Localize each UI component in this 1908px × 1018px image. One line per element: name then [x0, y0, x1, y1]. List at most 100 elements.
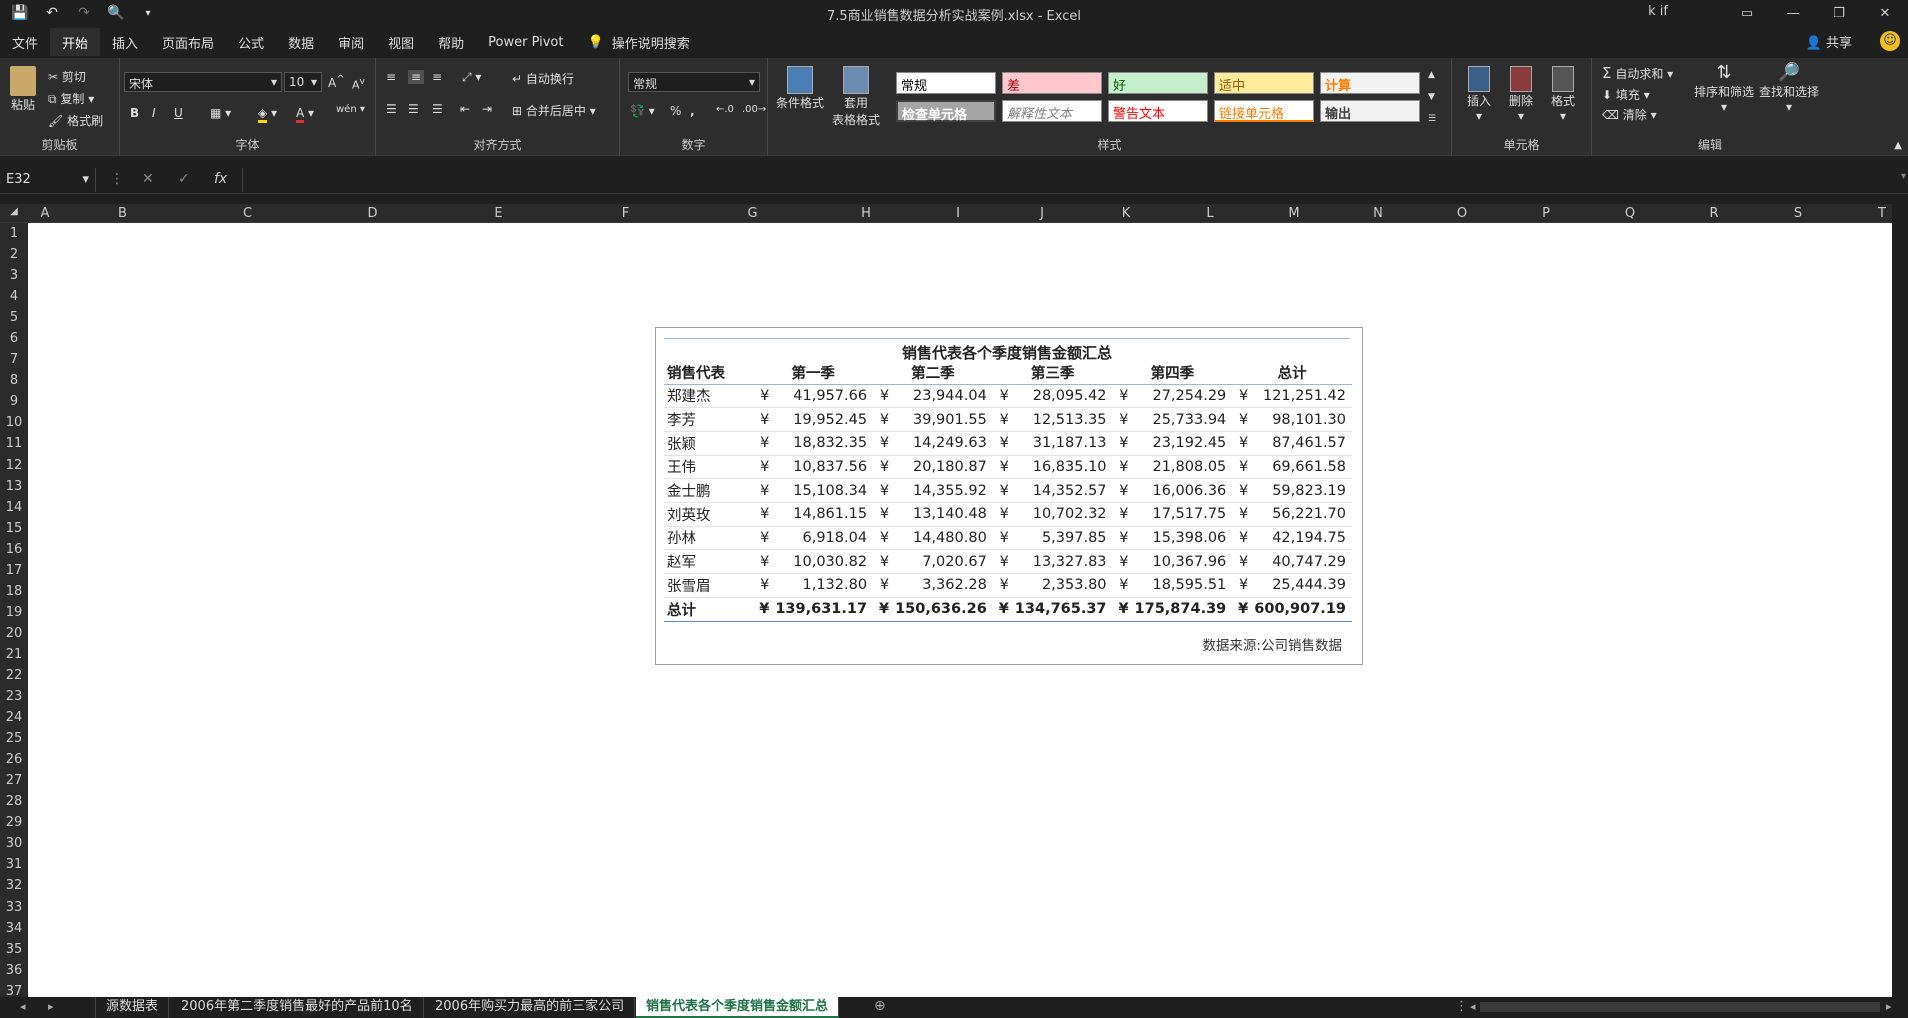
format-cells-button[interactable]: 格式 ▾ — [1544, 66, 1582, 123]
row-header[interactable]: 26 — [0, 749, 28, 770]
decrease-decimal-icon[interactable]: .00→ — [742, 104, 766, 115]
tab-power-pivot[interactable]: Power Pivot — [476, 28, 575, 56]
tab-insert[interactable]: 插入 — [100, 28, 150, 56]
minimize-icon[interactable]: — — [1770, 0, 1816, 26]
conditional-format-button[interactable]: 条件格式 — [774, 66, 826, 111]
percent-button[interactable]: % — [670, 104, 681, 118]
cell-style-option[interactable]: 警告文本 — [1108, 100, 1208, 122]
gallery-more-icon[interactable]: ☰ — [1428, 114, 1436, 124]
restore-icon[interactable]: ❐ — [1816, 0, 1862, 26]
column-header[interactable]: J — [1000, 206, 1084, 221]
gallery-down-icon[interactable]: ▼ — [1428, 92, 1435, 102]
copy-button[interactable]: ⧉ 复制 ▾ — [48, 90, 94, 107]
feedback-smile-icon[interactable]: ☺ — [1880, 31, 1900, 51]
align-middle-icon[interactable]: ≡ — [408, 70, 425, 84]
cell-style-option[interactable]: 解释性文本 — [1002, 100, 1102, 122]
column-header[interactable]: I — [916, 206, 1000, 221]
row-header[interactable]: 21 — [0, 644, 28, 665]
gallery-up-icon[interactable]: ▲ — [1428, 70, 1435, 80]
increase-decimal-icon[interactable]: ←.0 — [716, 104, 734, 115]
close-icon[interactable]: ✕ — [1862, 0, 1908, 26]
column-header[interactable]: N — [1336, 206, 1420, 221]
decrease-indent-icon[interactable]: ⇤ — [460, 102, 470, 116]
column-header[interactable]: E — [435, 206, 562, 221]
column-header[interactable]: M — [1252, 206, 1336, 221]
align-top-icon[interactable]: ≡ — [386, 70, 396, 84]
increase-indent-icon[interactable]: ⇥ — [482, 102, 492, 116]
row-header[interactable]: 34 — [0, 918, 28, 939]
row-header[interactable]: 3 — [0, 265, 28, 286]
row-header[interactable]: 32 — [0, 875, 28, 896]
column-header[interactable]: K — [1084, 206, 1168, 221]
row-header[interactable]: 25 — [0, 728, 28, 749]
row-header[interactable]: 30 — [0, 833, 28, 854]
tab-file[interactable]: 文件 — [0, 28, 50, 56]
merge-center-button[interactable]: ⊞ 合并后居中 ▾ — [512, 102, 596, 119]
column-header[interactable]: H — [816, 206, 916, 221]
row-header[interactable]: 10 — [0, 412, 28, 433]
find-select-button[interactable]: 🔎 查找和选择 ▾ — [1756, 62, 1822, 114]
cell-style-option[interactable]: 输出 — [1320, 100, 1420, 122]
sheet-tab-top3[interactable]: 2006年购买力最高的前三家公司 — [425, 997, 636, 1018]
cell-style-option[interactable]: 差 — [1002, 72, 1102, 94]
cell-style-option[interactable]: 常规 — [896, 72, 996, 94]
column-header[interactable]: R — [1672, 206, 1756, 221]
formula-input[interactable] — [242, 168, 1892, 192]
row-header[interactable]: 20 — [0, 623, 28, 644]
wrap-text-button[interactable]: ↵ 自动换行 — [512, 70, 574, 87]
phonetic-icon[interactable]: wén ▾ — [336, 104, 365, 115]
fill-color-icon[interactable]: ◈ ▾ — [258, 106, 277, 123]
row-header[interactable]: 23 — [0, 686, 28, 707]
select-all-icon[interactable]: ◢ — [4, 206, 24, 217]
format-as-table-button[interactable]: 套用 表格格式 — [828, 66, 884, 128]
row-header[interactable]: 13 — [0, 476, 28, 497]
vertical-scrollbar[interactable] — [1892, 204, 1908, 997]
column-header[interactable]: C — [185, 206, 310, 221]
column-header[interactable]: A — [30, 206, 60, 221]
row-header[interactable]: 11 — [0, 433, 28, 454]
name-box[interactable]: E32 ▾ — [0, 168, 96, 192]
enter-check-icon[interactable]: ✓ — [178, 171, 190, 187]
insert-cells-button[interactable]: 插入 ▾ — [1460, 66, 1498, 123]
horizontal-scrollbar[interactable] — [1480, 1002, 1880, 1012]
row-header[interactable]: 29 — [0, 812, 28, 833]
row-header[interactable]: 18 — [0, 581, 28, 602]
sheet-tab-top10[interactable]: 2006年第二季度销售最好的产品前10名 — [171, 997, 424, 1018]
column-header[interactable]: S — [1756, 206, 1840, 221]
autosum-button[interactable]: Σ 自动求和 ▾ — [1602, 64, 1673, 82]
increase-font-icon[interactable]: A^ — [328, 74, 345, 90]
user-name[interactable]: k if — [1648, 4, 1668, 19]
tab-page-layout[interactable]: 页面布局 — [150, 28, 226, 56]
row-header[interactable]: 28 — [0, 791, 28, 812]
share-button[interactable]: 👤 共享 — [1806, 32, 1852, 51]
add-sheet-icon[interactable]: ⊕ — [874, 998, 886, 1014]
column-header[interactable]: F — [562, 206, 689, 221]
row-header[interactable]: 7 — [0, 349, 28, 370]
row-header[interactable]: 9 — [0, 391, 28, 412]
row-header[interactable]: 1 — [0, 223, 28, 244]
accounting-format-icon[interactable]: 💱 ▾ — [630, 104, 655, 118]
row-header[interactable]: 6 — [0, 328, 28, 349]
column-header[interactable]: D — [310, 206, 435, 221]
decrease-font-icon[interactable]: Av — [352, 76, 365, 92]
row-header[interactable]: 14 — [0, 497, 28, 518]
row-header[interactable]: 16 — [0, 539, 28, 560]
font-size-select[interactable]: 10 ▾ — [284, 72, 322, 92]
column-header[interactable]: L — [1168, 206, 1252, 221]
align-left-icon[interactable]: ☰ — [386, 102, 397, 116]
font-name-select[interactable]: 宋体 ▾ — [124, 72, 282, 92]
prev-sheet-icon[interactable]: ◂ — [20, 1000, 26, 1013]
sort-filter-button[interactable]: ⇅ 排序和筛选 ▾ — [1692, 62, 1756, 114]
clear-button[interactable]: ⌫ 清除 ▾ — [1602, 106, 1657, 123]
tab-data[interactable]: 数据 — [276, 28, 326, 56]
column-header[interactable]: B — [60, 206, 185, 221]
insert-function-icon[interactable]: fx — [214, 171, 227, 187]
row-header[interactable]: 24 — [0, 707, 28, 728]
number-format-select[interactable]: 常规 ▾ — [628, 72, 760, 92]
ribbon-display-icon[interactable]: ▭ — [1724, 0, 1770, 26]
align-right-icon[interactable]: ☰ — [432, 102, 443, 116]
row-header[interactable]: 31 — [0, 854, 28, 875]
row-header[interactable]: 12 — [0, 455, 28, 476]
cell-style-option[interactable]: 检查单元格 — [896, 100, 996, 123]
tab-home[interactable]: 开始 — [50, 28, 101, 56]
